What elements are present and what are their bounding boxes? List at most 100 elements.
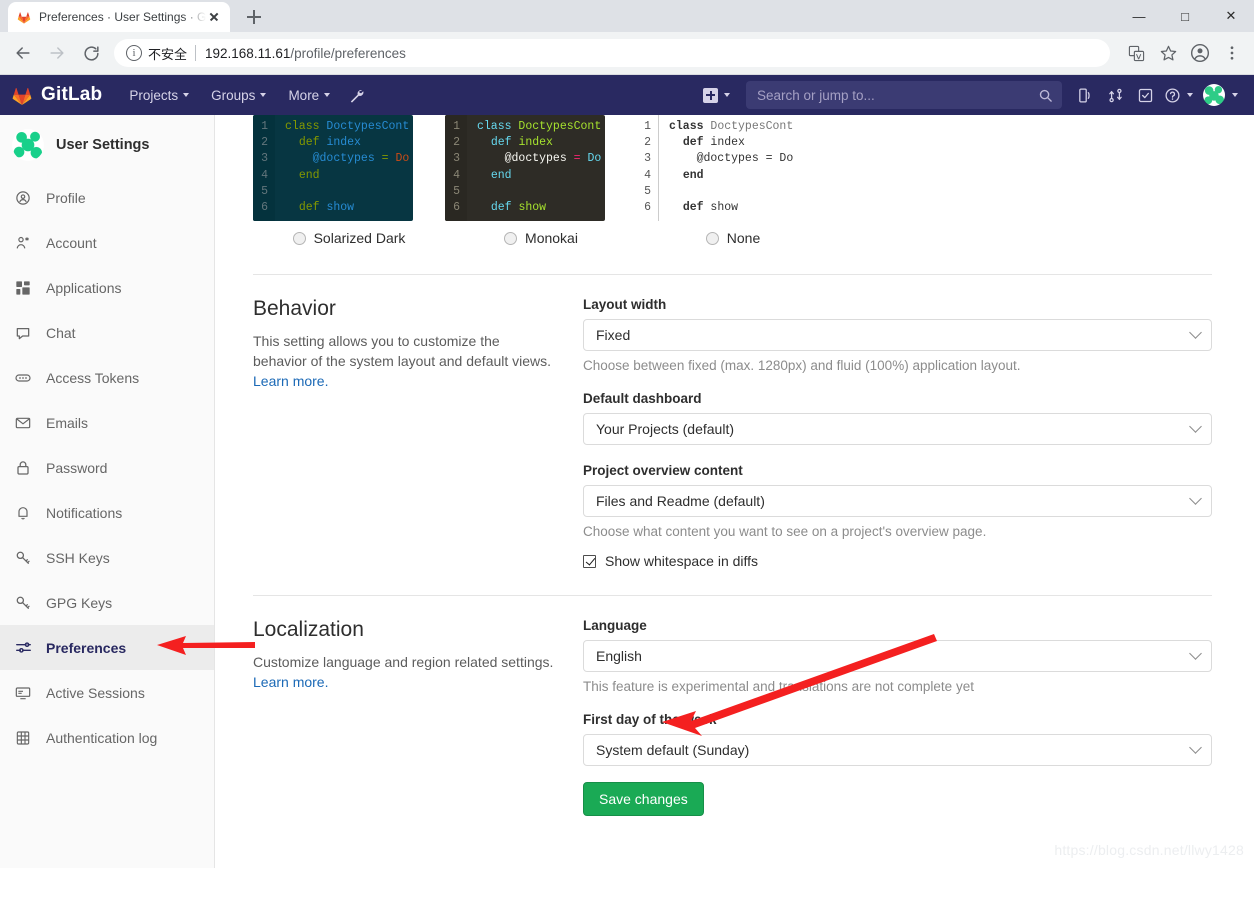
sidebar-item-account[interactable]: Account (0, 220, 214, 265)
chevron-down-icon (1189, 326, 1202, 339)
sidebar-item-notifications[interactable]: Notifications (0, 490, 214, 535)
radio-icon[interactable] (504, 231, 518, 245)
first-day-of-week-select[interactable]: System default (Sunday) (583, 734, 1212, 766)
back-arrow-icon[interactable] (8, 38, 38, 68)
user-settings-sidebar: User Settings Profile Account Applicatio… (0, 115, 215, 868)
sidebar-item-label: Password (46, 459, 108, 476)
behavior-section-description: Behavior This setting allows you to cust… (253, 297, 583, 569)
search-input[interactable] (755, 86, 1038, 104)
search-icon (1039, 89, 1052, 102)
default-dashboard-field: Default dashboard Your Projects (default… (583, 391, 1212, 445)
sidebar-item-label: SSH Keys (46, 549, 110, 566)
sidebar-item-chat[interactable]: Chat (0, 310, 214, 355)
bookmark-star-icon[interactable] (1154, 39, 1182, 67)
radio-icon[interactable] (292, 231, 306, 245)
create-new-button[interactable] (695, 87, 738, 103)
gitlab-fox-icon (17, 12, 31, 24)
radio-icon[interactable] (705, 231, 719, 245)
new-tab-button[interactable] (240, 3, 268, 31)
radio-option-solarized-dark[interactable]: Solarized Dark (253, 230, 445, 246)
help-icon[interactable] (1160, 75, 1197, 115)
emails-icon (13, 415, 33, 431)
authentication-log-icon (13, 730, 33, 746)
sidebar-item-label: Profile (46, 189, 86, 206)
reload-icon[interactable] (76, 38, 106, 68)
forward-arrow-icon[interactable] (42, 38, 72, 68)
nav-item-groups-label: Groups (211, 87, 256, 103)
window-controls: — □ ✕ (1116, 0, 1254, 32)
show-whitespace-label: Show whitespace in diffs (605, 553, 759, 569)
localization-description: Customize language and region related se… (253, 652, 555, 692)
chevron-down-icon (1189, 492, 1202, 505)
watermark: https://blog.csdn.net/llwy1428 (1054, 842, 1244, 858)
sidebar-item-access-tokens[interactable]: Access Tokens (0, 355, 214, 400)
nav-item-more-label: More (288, 87, 320, 103)
avatar (12, 129, 44, 161)
sidebar-item-applications[interactable]: Applications (0, 265, 214, 310)
sidebar-item-ssh-keys[interactable]: SSH Keys (0, 535, 214, 580)
theme-preview-monokai: 123456 class DoctypesCont def index @doc… (445, 115, 637, 221)
browser-tab[interactable]: Preferences · User Settings · G (8, 2, 230, 32)
code-text: class DoctypesCont def index @doctypes =… (477, 120, 602, 215)
behavior-description-text: This setting allows you to customize the… (253, 333, 552, 369)
show-whitespace-checkbox[interactable] (583, 554, 596, 568)
default-dashboard-select[interactable]: Your Projects (default) (583, 413, 1212, 445)
sidebar-title: User Settings (56, 137, 150, 153)
layout-width-select[interactable]: Fixed (583, 319, 1212, 351)
default-dashboard-value: Your Projects (default) (596, 421, 734, 437)
chevron-down-icon (1187, 93, 1193, 97)
layout-width-label: Layout width (583, 297, 667, 312)
theme-preview-solarized-dark: 123456 class DoctypesCont def index @doc… (253, 115, 445, 221)
window-minimize-button[interactable]: — (1116, 0, 1162, 32)
site-info-icon[interactable]: i (126, 45, 142, 61)
user-menu[interactable] (1197, 84, 1244, 106)
sidebar-item-emails[interactable]: Emails (0, 400, 214, 445)
translate-icon[interactable] (1122, 39, 1150, 67)
code-text: class DoctypesCont def index @doctypes =… (285, 120, 410, 215)
show-whitespace-checkbox-row[interactable]: Show whitespace in diffs (583, 553, 1212, 569)
nav-item-more[interactable]: More (277, 75, 341, 115)
sidebar-item-label: Applications (46, 279, 122, 296)
gitlab-brand-label: GitLab (41, 84, 103, 105)
tab-close-icon[interactable] (206, 9, 222, 25)
wrench-icon[interactable] (341, 75, 371, 115)
nav-item-projects[interactable]: Projects (118, 75, 200, 115)
merge-requests-icon[interactable] (1100, 75, 1130, 115)
code-line-numbers: 123456 (637, 115, 659, 221)
avatar (1203, 84, 1225, 106)
language-select[interactable]: English (583, 640, 1212, 672)
sidebar-item-label: Emails (46, 414, 89, 431)
notifications-bell-icon (13, 505, 33, 521)
radio-label: None (726, 230, 761, 246)
radio-option-monokai[interactable]: Monokai (445, 230, 637, 246)
save-changes-button[interactable]: Save changes (583, 782, 704, 816)
sidebar-item-label: Access Tokens (46, 369, 140, 386)
sidebar-item-preferences[interactable]: Preferences (0, 625, 214, 670)
radio-option-none[interactable]: None (637, 230, 829, 246)
address-bar[interactable]: i 不安全 192.168.11.61/profile/preferences (114, 39, 1110, 67)
chrome-menu-icon[interactable] (1218, 39, 1246, 67)
behavior-learn-more-link[interactable]: Learn more. (253, 373, 328, 389)
project-overview-content-field: Project overview content Files and Readm… (583, 463, 1212, 539)
issues-icon[interactable] (1130, 75, 1160, 115)
behavior-description: This setting allows you to customize the… (253, 331, 555, 391)
sidebar-item-gpg-keys[interactable]: GPG Keys (0, 580, 214, 625)
profile-avatar-icon[interactable] (1186, 39, 1214, 67)
sidebar-item-active-sessions[interactable]: Active Sessions (0, 670, 214, 715)
localization-section: Localization Customize language and regi… (253, 596, 1212, 816)
gitlab-logo[interactable]: GitLab (10, 83, 102, 107)
profile-icon (13, 190, 33, 206)
sidebar-item-profile[interactable]: Profile (0, 175, 214, 220)
sidebar-item-password[interactable]: Password (0, 445, 214, 490)
window-maximize-button[interactable]: □ (1162, 0, 1208, 32)
sidebar-item-authentication-log[interactable]: Authentication log (0, 715, 214, 760)
todos-icon[interactable] (1070, 75, 1100, 115)
global-search-box[interactable] (746, 81, 1062, 109)
localization-learn-more-link[interactable]: Learn more. (253, 674, 328, 690)
localization-fields: Language English This feature is experim… (583, 618, 1212, 816)
localization-section-description: Localization Customize language and regi… (253, 618, 583, 816)
window-close-button[interactable]: ✕ (1208, 0, 1254, 32)
code-line-numbers: 123456 (253, 115, 275, 221)
project-overview-content-select[interactable]: Files and Readme (default) (583, 485, 1212, 517)
nav-item-groups[interactable]: Groups (200, 75, 277, 115)
